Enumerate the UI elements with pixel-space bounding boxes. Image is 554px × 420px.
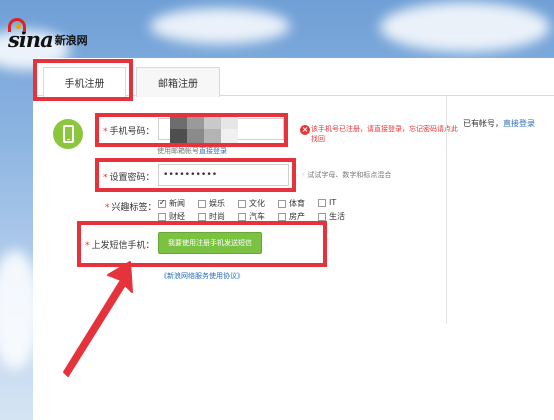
annotation-arrow-icon: [63, 261, 133, 377]
